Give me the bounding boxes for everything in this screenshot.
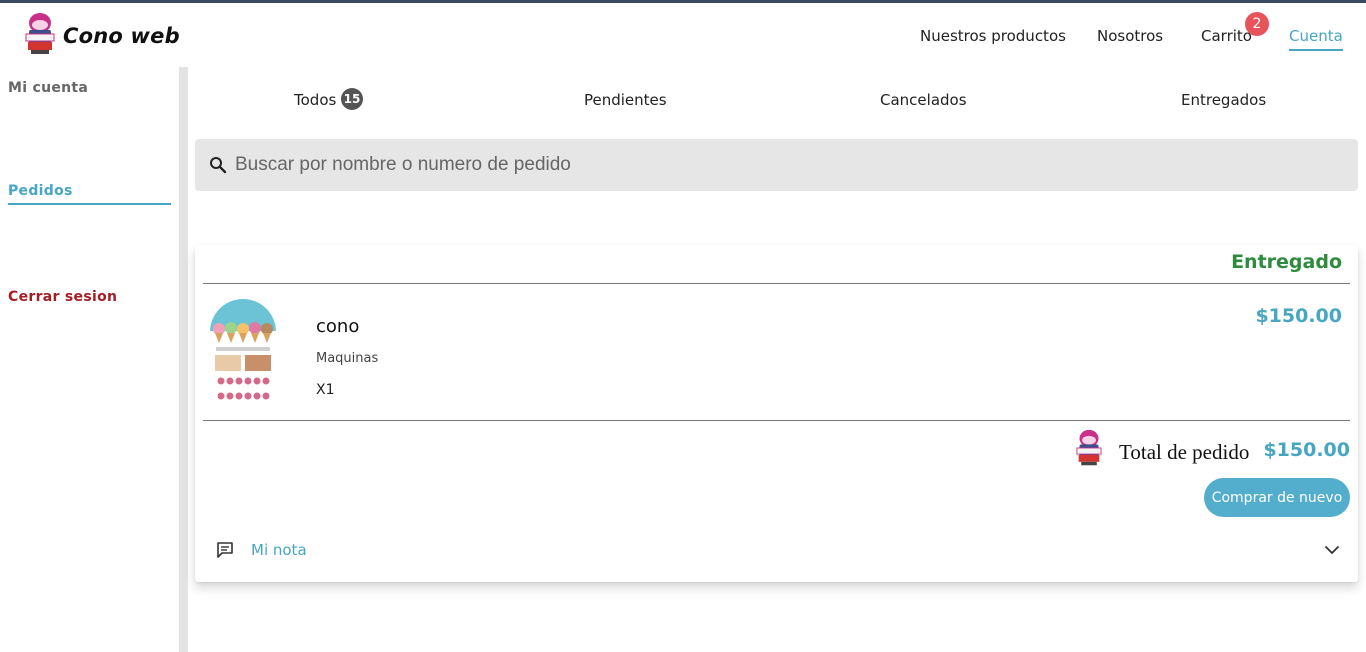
search-bar — [195, 139, 1358, 191]
tab-delivered[interactable]: Entregados — [1181, 91, 1266, 109]
my-note-toggle[interactable]: Mi nota — [251, 541, 307, 559]
brand-logo[interactable] — [24, 12, 56, 56]
sidebar-item-logout[interactable]: Cerrar sesion — [8, 289, 117, 305]
tab-all-count-badge: 15 — [341, 88, 363, 110]
brand-name[interactable]: Cono web — [63, 24, 180, 48]
order-total-label: Total de pedido — [1119, 440, 1250, 464]
sidebar: Mi cuenta Pedidos Cerrar sesion — [0, 67, 188, 652]
chevron-down-icon[interactable] — [1324, 542, 1340, 558]
product-price: $150.00 — [1255, 305, 1342, 327]
brand-logo-small — [1076, 429, 1102, 466]
search-input[interactable] — [235, 147, 1335, 183]
product-name[interactable]: cono — [316, 316, 359, 337]
order-total-value: $150.00 — [1263, 439, 1350, 461]
order-card: Entregado cono Maquinas X1 $150.00 Total… — [195, 245, 1358, 582]
nav-products[interactable]: Nuestros productos — [920, 27, 1066, 45]
nav-about[interactable]: Nosotros — [1097, 27, 1163, 45]
search-icon — [210, 157, 227, 174]
nav-account[interactable]: Cuenta — [1289, 27, 1343, 51]
tab-cancelled[interactable]: Cancelados — [880, 91, 967, 109]
cart-count-badge: 2 — [1245, 12, 1269, 36]
scrollbar[interactable] — [179, 67, 188, 652]
comment-icon[interactable] — [216, 541, 234, 559]
sidebar-item-orders[interactable]: Pedidos — [8, 183, 171, 205]
product-category: Maquinas — [316, 351, 379, 366]
divider — [203, 420, 1350, 421]
tab-all[interactable]: Todos — [294, 91, 336, 109]
product-image[interactable] — [210, 299, 276, 407]
order-status: Entregado — [1231, 251, 1342, 273]
sidebar-item-account[interactable]: Mi cuenta — [8, 80, 88, 96]
divider — [203, 283, 1350, 284]
nav-cart[interactable]: Carrito — [1201, 27, 1252, 45]
buy-again-button[interactable]: Comprar de nuevo — [1204, 478, 1350, 517]
tab-pending[interactable]: Pendientes — [584, 91, 667, 109]
product-quantity: X1 — [316, 382, 335, 398]
header: Cono web Nuestros productos Nosotros Car… — [0, 3, 1366, 67]
